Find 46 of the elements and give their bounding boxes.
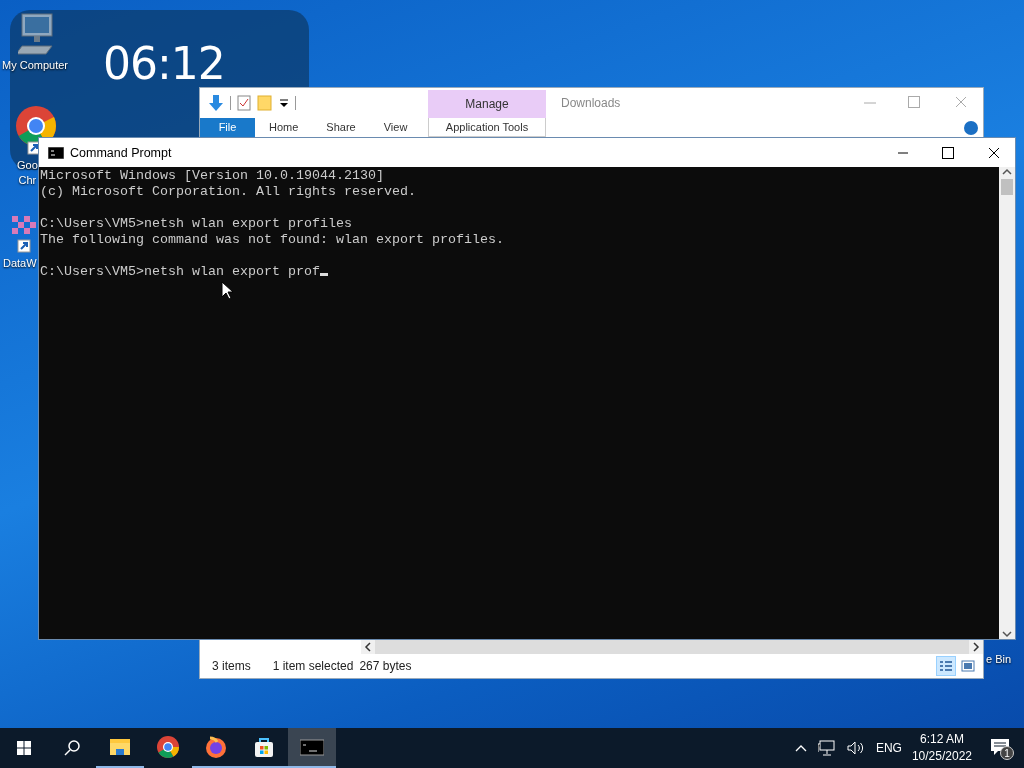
maximize-icon[interactable]: [942, 147, 954, 159]
close-icon[interactable]: [988, 147, 1000, 159]
chrome-icon: [156, 735, 180, 759]
window-title: Downloads: [561, 96, 621, 110]
console-line: C:\Users\VM5>netsh wlan export prof: [40, 264, 320, 279]
desktop-icon-label[interactable]: DataW: [3, 256, 37, 271]
shopping-bag-icon: [252, 735, 276, 759]
console-line: The following command was not found: wlan export profiles.: [40, 232, 504, 247]
window-title: Command Prompt: [70, 145, 172, 160]
taskbar-time[interactable]: 6:12 AM: [911, 731, 972, 748]
desktop-icon-label[interactable]: e Bin: [986, 652, 1012, 667]
speaker-icon[interactable]: [845, 740, 866, 756]
properties-icon[interactable]: [237, 95, 251, 111]
view-icon: [961, 659, 975, 673]
scrollbar-thumb[interactable]: [1001, 179, 1013, 195]
console-line: C:\Users\VM5>netsh wlan export profiles: [40, 216, 352, 231]
scroll-up-icon[interactable]: [1001, 167, 1013, 177]
mouse-pointer-icon: [221, 281, 233, 300]
notification-badge: 1: [1000, 746, 1014, 760]
firefox-icon: [204, 735, 228, 759]
ribbon-tab[interactable]: View: [369, 118, 422, 137]
taskbar-button[interactable]: [288, 728, 336, 768]
download-arrow-icon[interactable]: [208, 94, 224, 112]
taskbar-date[interactable]: 10/25/2022: [911, 748, 972, 765]
input-language-button[interactable]: ENG: [875, 741, 902, 755]
console-line: (c) Microsoft Corporation. All rights reserved.: [40, 184, 416, 199]
manage-tab-header: Manage: [428, 90, 546, 118]
file-menu-tab[interactable]: File: [200, 118, 255, 137]
status-text: 3 items: [212, 659, 251, 673]
scroll-left-icon[interactable]: [361, 640, 375, 654]
desktop-icon-label[interactable]: My Computer: [2, 58, 69, 73]
status-text: 267 bytes: [359, 659, 412, 673]
contextual-ribbon-tab[interactable]: Application Tools: [428, 118, 546, 137]
network-icon[interactable]: [817, 740, 836, 756]
console-icon: [48, 146, 64, 159]
scroll-right-icon[interactable]: [969, 640, 983, 654]
ribbon-tab[interactable]: Home: [255, 118, 313, 137]
desktop-icon-label[interactable]: Goo Chr: [17, 158, 38, 188]
console-line: Microsoft Windows [Version 10.0.19044.2130]: [40, 168, 384, 183]
view-icon: [939, 659, 953, 673]
scroll-down-icon[interactable]: [1001, 629, 1013, 639]
ribbon-tab[interactable]: Share: [312, 118, 370, 137]
dropdown-icon[interactable]: [279, 98, 289, 108]
details-view-button[interactable]: [936, 656, 956, 676]
status-text: 1 item selected: [272, 659, 354, 673]
clock-time: 06:12: [103, 38, 225, 89]
